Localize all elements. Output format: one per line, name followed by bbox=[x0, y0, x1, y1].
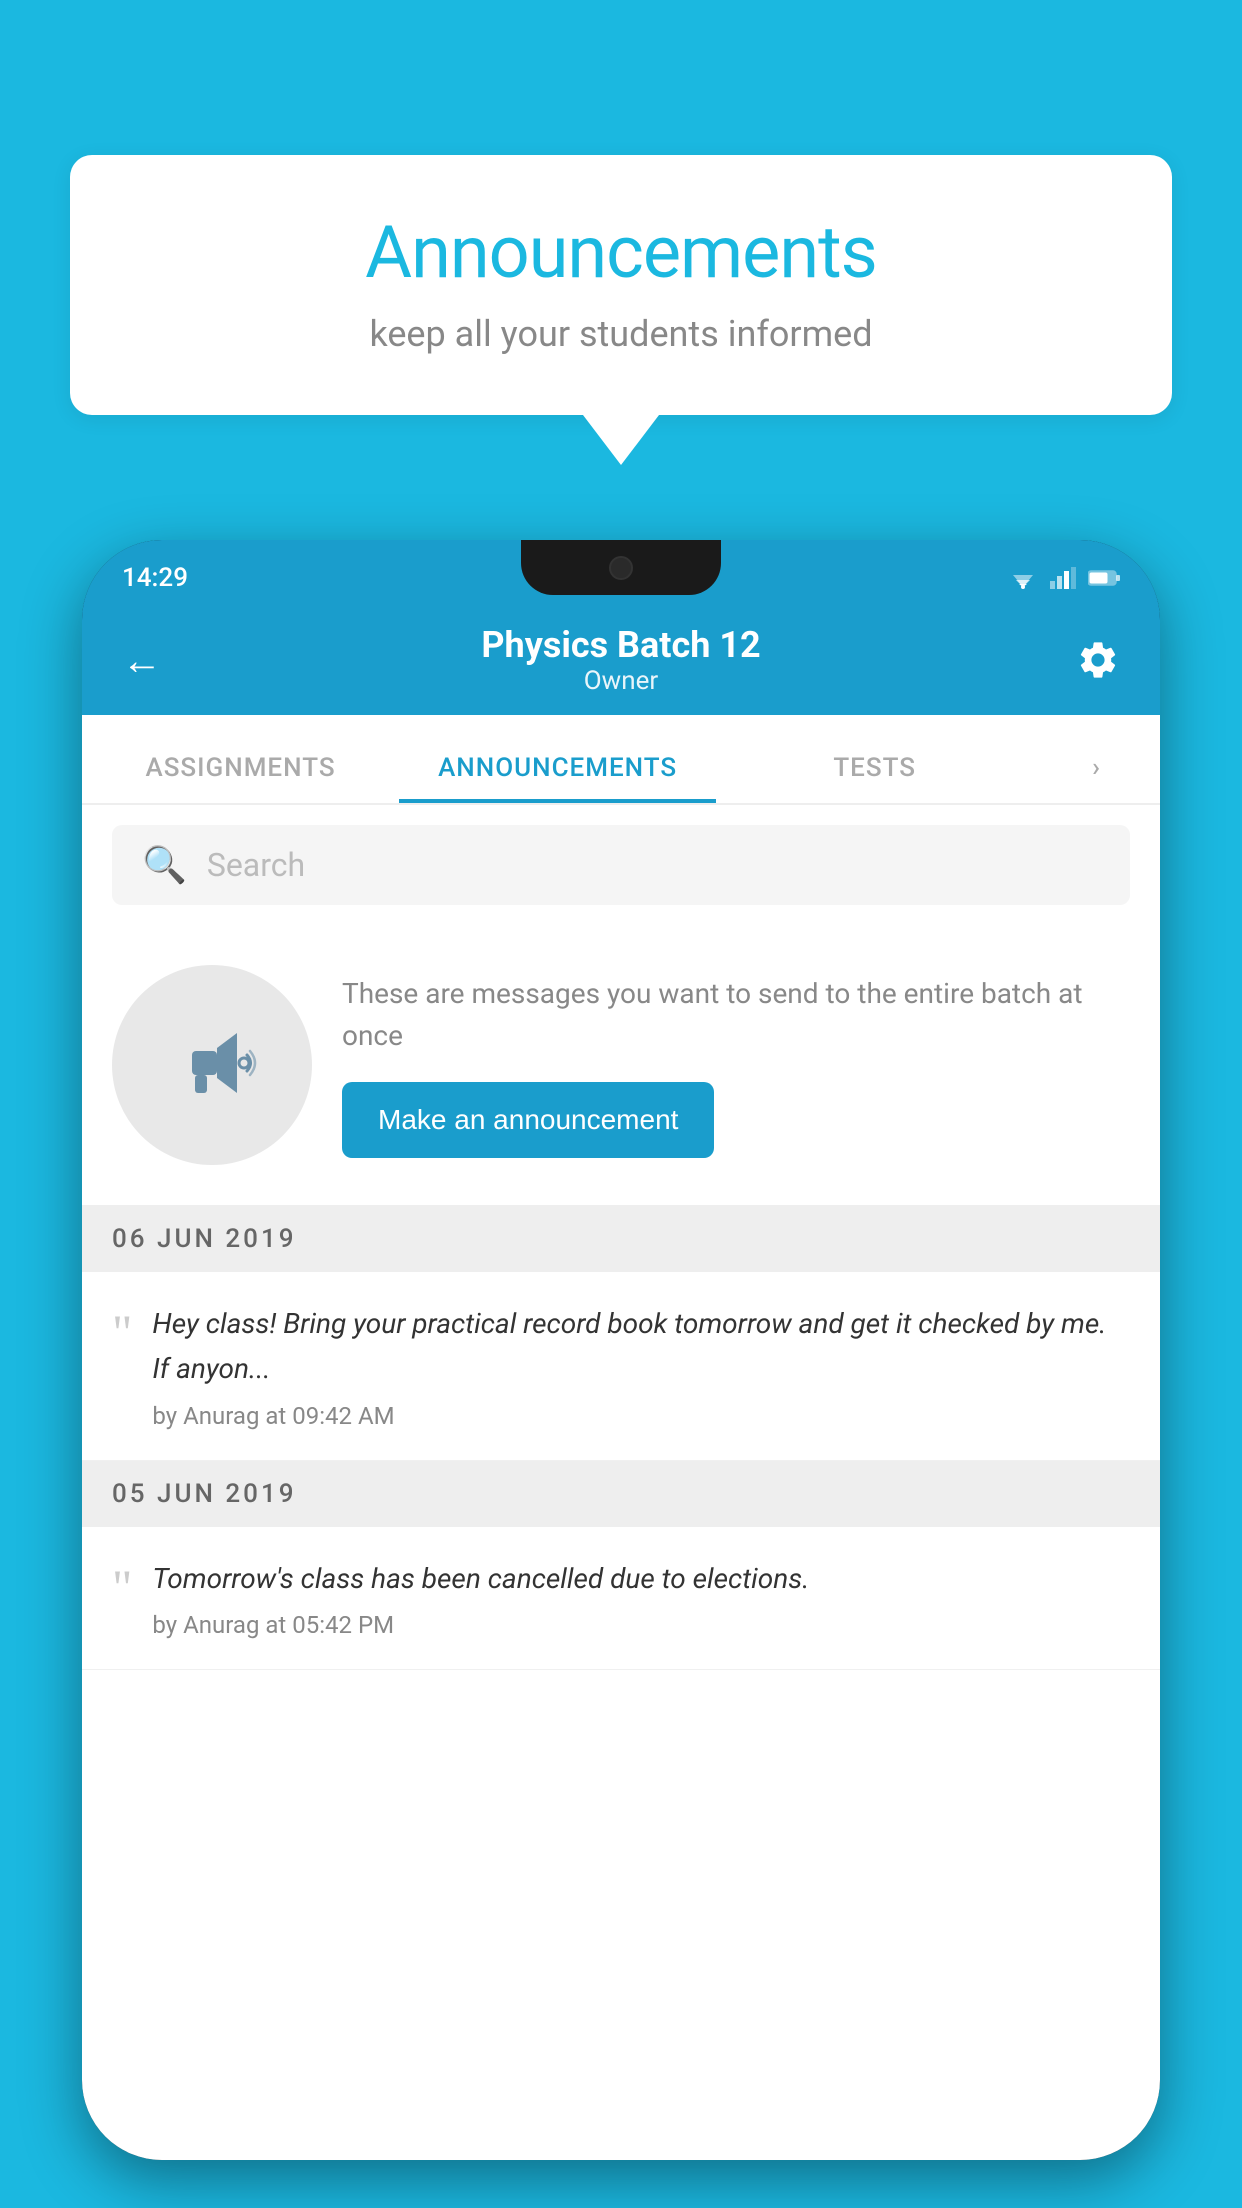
tabs-bar: ASSIGNMENTS ANNOUNCEMENTS TESTS › bbox=[82, 715, 1160, 805]
speech-bubble-title: Announcements bbox=[130, 210, 1112, 295]
tab-announcements[interactable]: ANNOUNCEMENTS bbox=[399, 753, 716, 803]
settings-button[interactable] bbox=[1060, 638, 1120, 682]
date-divider-1: 06 JUN 2019 bbox=[82, 1206, 1160, 1272]
quote-icon-1: " bbox=[112, 1307, 132, 1357]
front-camera bbox=[609, 556, 633, 580]
announcement-prompt-card: These are messages you want to send to t… bbox=[82, 925, 1160, 1206]
battery-icon bbox=[1088, 569, 1120, 587]
search-bar-container: 🔍 Search bbox=[82, 805, 1160, 925]
tab-assignments[interactable]: ASSIGNMENTS bbox=[82, 753, 399, 803]
phone-body: 14:29 bbox=[82, 540, 1160, 2160]
search-bar[interactable]: 🔍 Search bbox=[112, 825, 1130, 905]
tab-more[interactable]: › bbox=[1033, 753, 1160, 803]
status-icons bbox=[1008, 567, 1120, 589]
app-bar-title-section: Physics Batch 12 Owner bbox=[182, 624, 1060, 696]
phone-notch bbox=[521, 540, 721, 595]
announcement-prompt-text: These are messages you want to send to t… bbox=[342, 973, 1130, 1158]
quote-icon-2: " bbox=[112, 1562, 132, 1612]
megaphone-circle bbox=[112, 965, 312, 1165]
announcement-meta-2: by Anurag at 05:42 PM bbox=[152, 1611, 1130, 1639]
app-bar-subtitle: Owner bbox=[182, 666, 1060, 696]
announcement-item-2: " Tomorrow's class has been cancelled du… bbox=[82, 1527, 1160, 1671]
speech-bubble-section: Announcements keep all your students inf… bbox=[70, 155, 1172, 465]
announcement-text-2: Tomorrow's class has been cancelled due … bbox=[152, 1557, 1130, 1602]
app-bar-title: Physics Batch 12 bbox=[182, 624, 1060, 666]
announcement-item-1: " Hey class! Bring your practical record… bbox=[82, 1272, 1160, 1461]
speech-bubble-tail bbox=[583, 415, 659, 465]
tab-tests[interactable]: TESTS bbox=[716, 753, 1033, 803]
megaphone-icon bbox=[162, 1013, 262, 1117]
announcement-meta-1: by Anurag at 09:42 AM bbox=[152, 1402, 1130, 1430]
speech-bubble-card: Announcements keep all your students inf… bbox=[70, 155, 1172, 415]
speech-bubble-subtitle: keep all your students informed bbox=[130, 313, 1112, 355]
phone-device: 14:29 bbox=[82, 540, 1160, 2208]
prompt-description: These are messages you want to send to t… bbox=[342, 973, 1130, 1057]
status-time: 14:29 bbox=[122, 563, 188, 593]
megaphone-svg bbox=[162, 1013, 262, 1113]
announcement-content-1: Hey class! Bring your practical record b… bbox=[152, 1302, 1130, 1430]
signal-icon bbox=[1050, 567, 1076, 589]
back-button[interactable]: ← bbox=[122, 637, 182, 684]
announcement-text-1: Hey class! Bring your practical record b… bbox=[152, 1302, 1130, 1392]
search-placeholder: Search bbox=[207, 846, 305, 884]
app-bar: ← Physics Batch 12 Owner bbox=[82, 605, 1160, 715]
phone-screen: 🔍 Search bbox=[82, 805, 1160, 2160]
announcement-content-2: Tomorrow's class has been cancelled due … bbox=[152, 1557, 1130, 1640]
date-divider-2: 05 JUN 2019 bbox=[82, 1461, 1160, 1527]
search-icon: 🔍 bbox=[142, 844, 187, 886]
wifi-icon bbox=[1008, 567, 1038, 589]
make-announcement-button[interactable]: Make an announcement bbox=[342, 1082, 714, 1158]
gear-icon bbox=[1076, 638, 1120, 682]
